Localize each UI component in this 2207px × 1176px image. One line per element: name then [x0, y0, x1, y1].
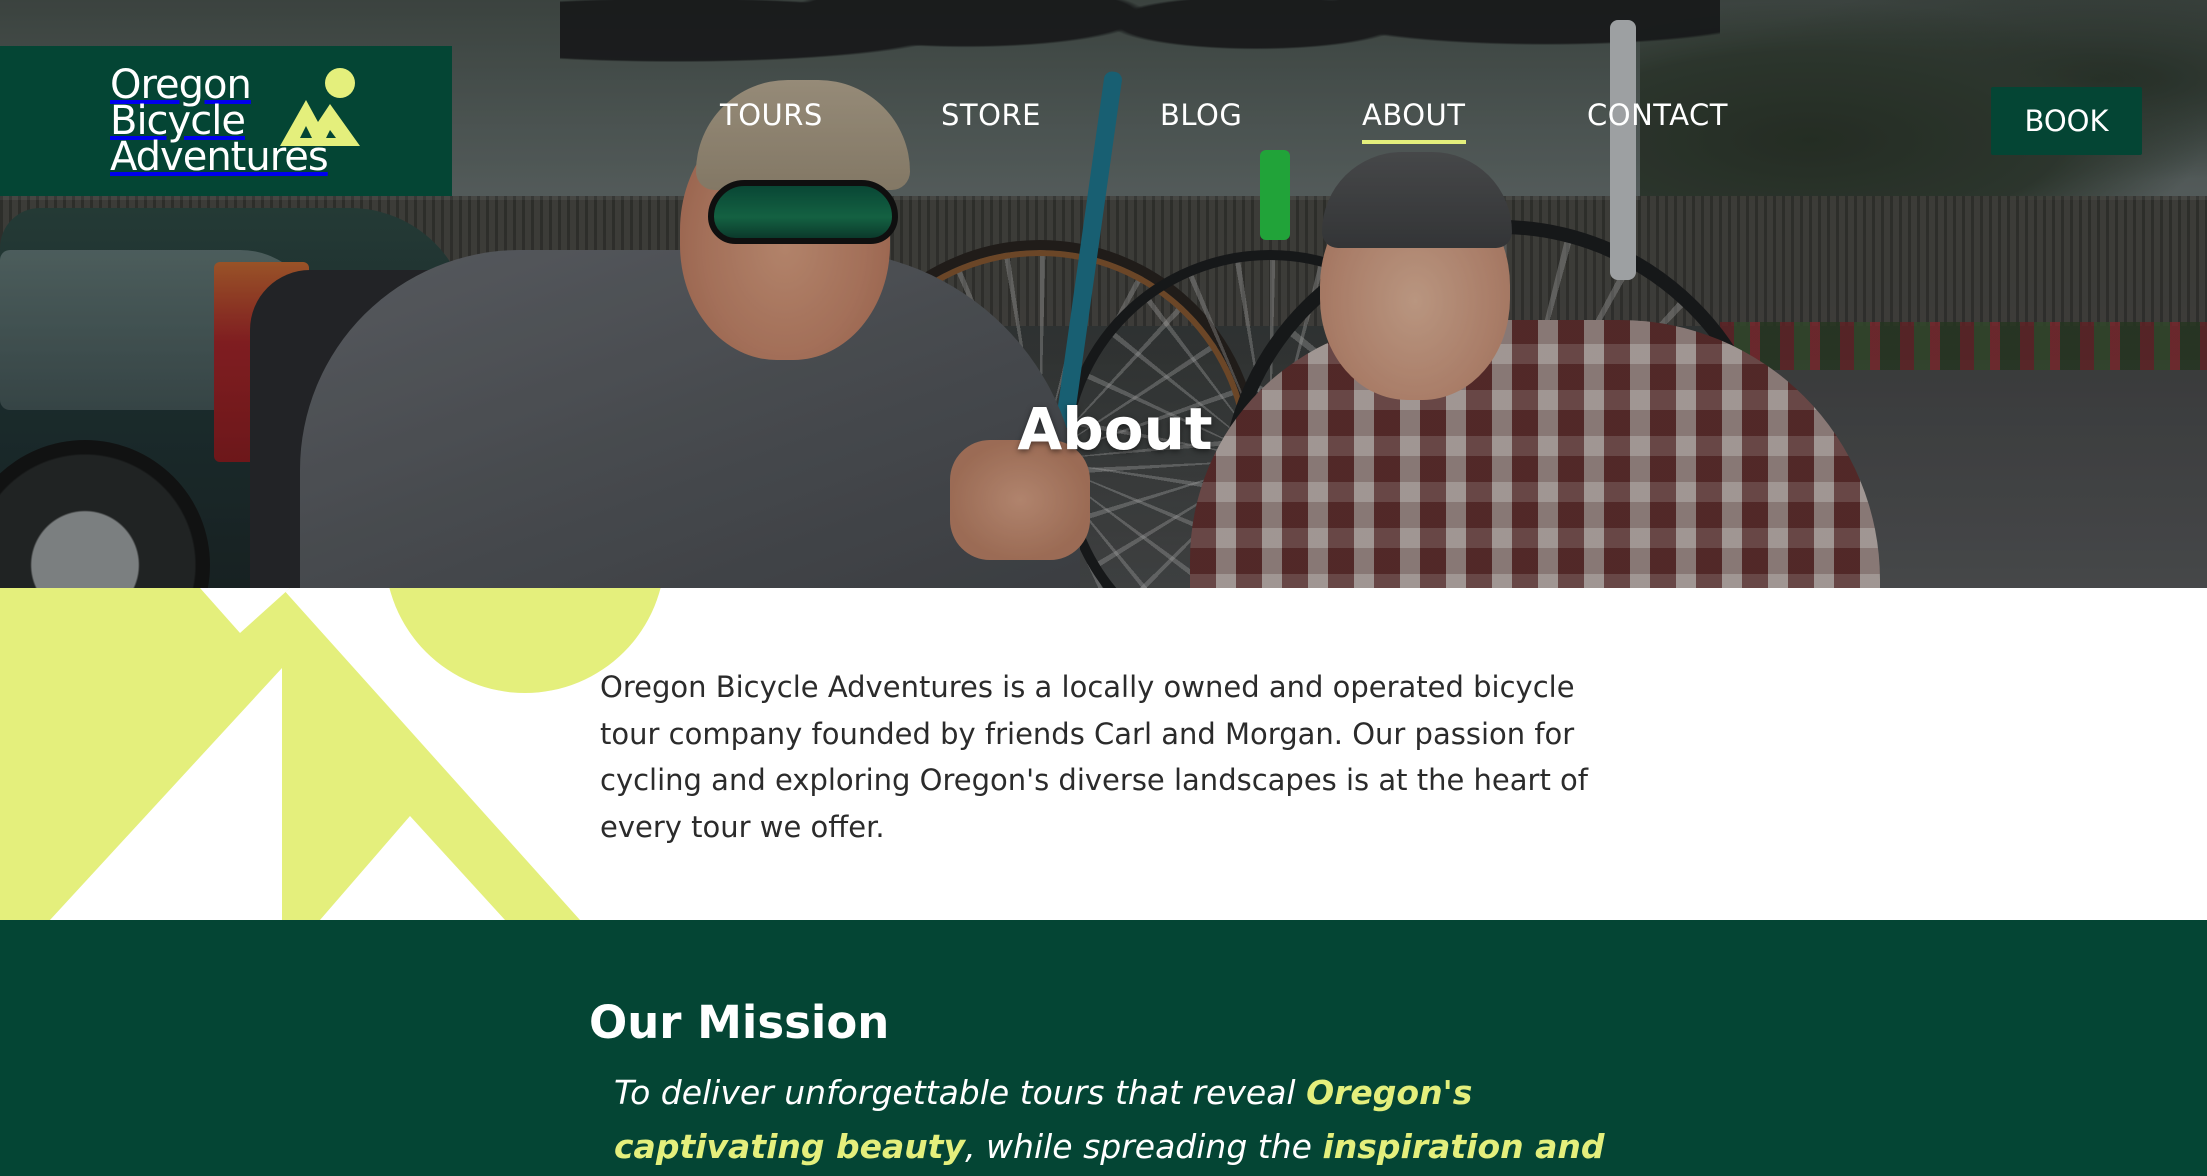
page-title: About [1017, 395, 1213, 463]
main-nav: TOURS STORE BLOG ABOUT CONTACT [0, 98, 2207, 144]
nav-item-tours[interactable]: TOURS [720, 98, 823, 132]
book-button[interactable]: BOOK [1991, 87, 2142, 155]
mission-heading: Our Mission [589, 996, 890, 1049]
nav-item-blog[interactable]: BLOG [1160, 98, 1242, 132]
nav-item-store[interactable]: STORE [941, 98, 1041, 132]
mission-text-part: , while spreading the [965, 1127, 1323, 1166]
mission-text-part: To deliver unforgettable tours that reve… [614, 1073, 1307, 1112]
mission-section: Our Mission To deliver unforgettable tou… [0, 920, 2207, 1176]
nav-item-contact[interactable]: CONTACT [1587, 98, 1728, 132]
intro-paragraph: Oregon Bicycle Adventures is a locally o… [600, 670, 1589, 844]
mission-statement: To deliver unforgettable tours that reve… [614, 1066, 1674, 1176]
intro-section: Oregon Bicycle Adventures is a locally o… [0, 588, 2207, 920]
nav-item-about[interactable]: ABOUT [1362, 98, 1466, 144]
decorative-mountain-graphic [0, 588, 661, 920]
